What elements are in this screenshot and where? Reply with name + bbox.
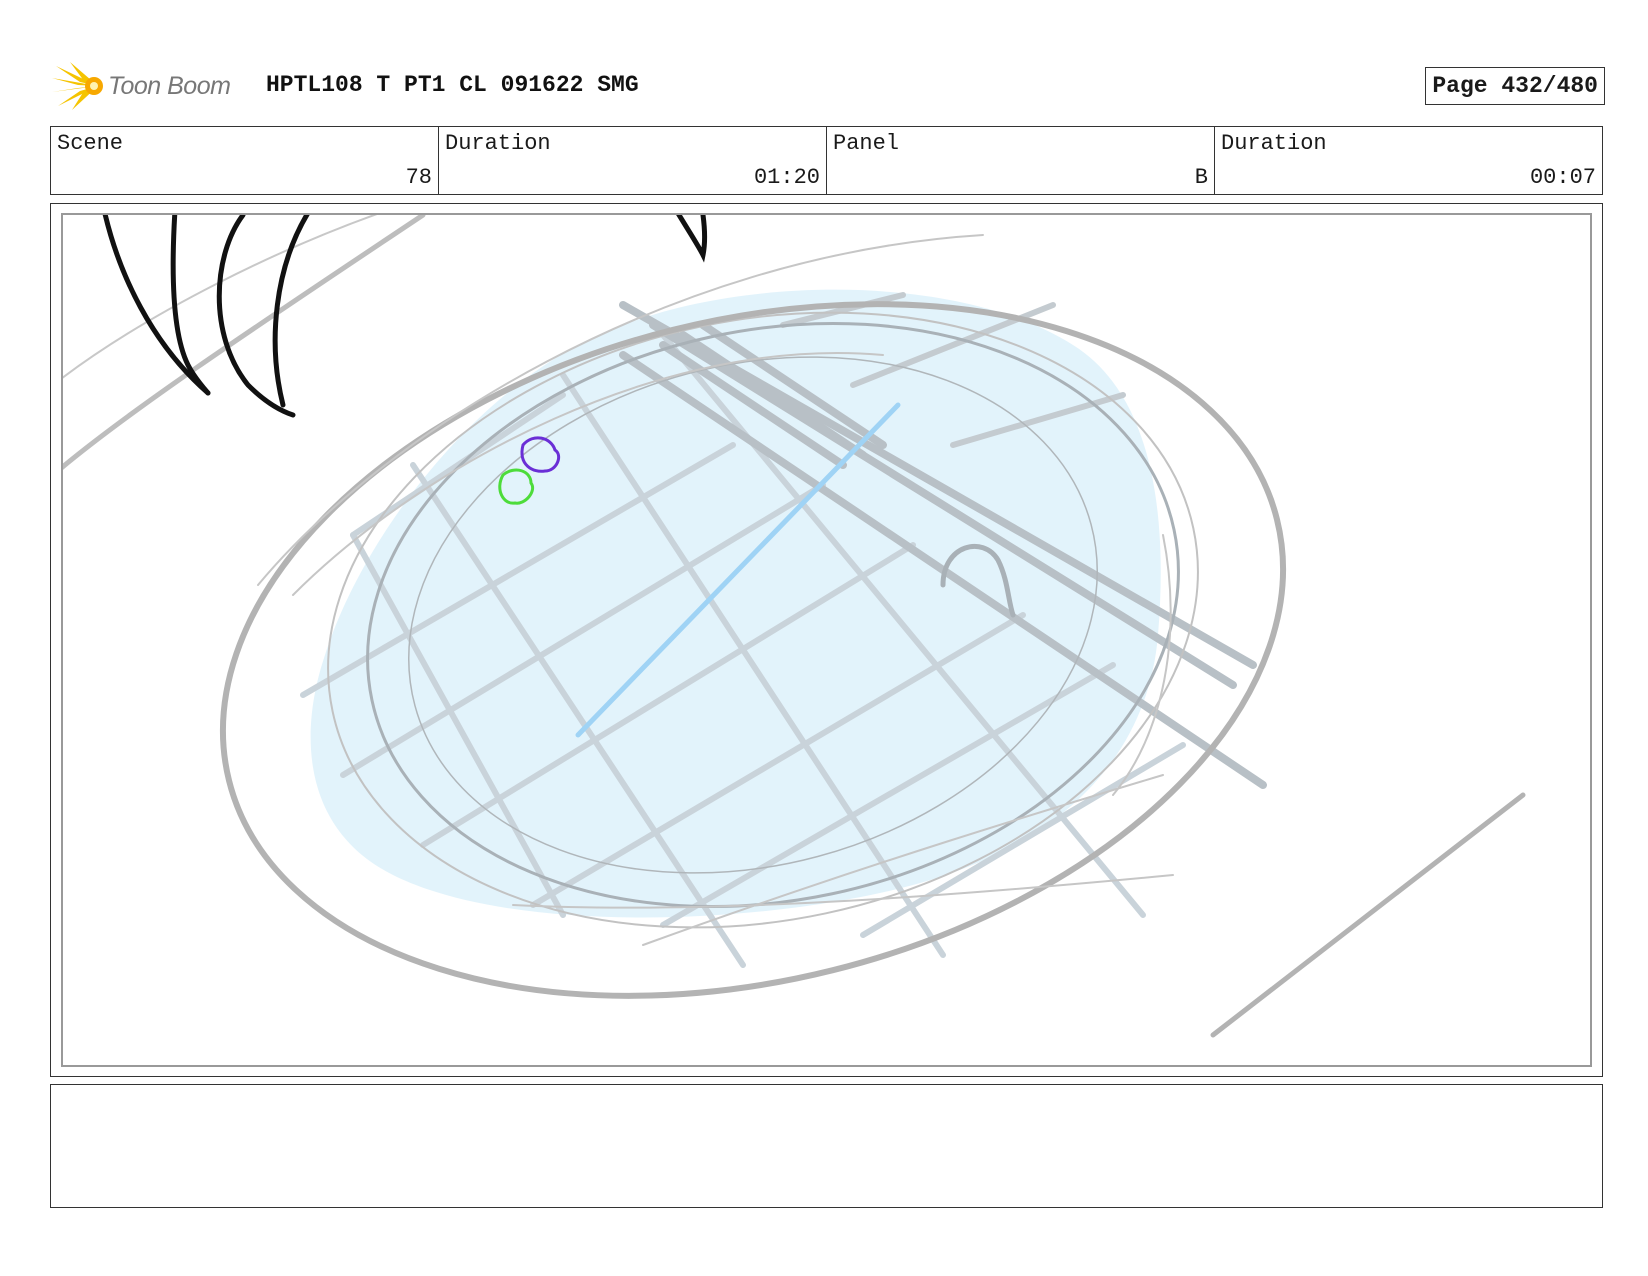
scene-duration-label: Duration: [445, 131, 551, 156]
pool-fill: [310, 289, 1161, 918]
scene-duration-value: 01:20: [753, 165, 820, 190]
panel-duration-cell: Duration 00:07: [1215, 127, 1602, 194]
scene-duration-cell: Duration 01:20: [439, 127, 827, 194]
scene-value: 78: [405, 165, 432, 190]
claw-stroke: [216, 215, 296, 418]
page-indicator: Page 432/480: [1425, 67, 1605, 105]
panel-duration-value: 00:07: [1529, 165, 1596, 190]
toon-boom-logo: Toon Boom: [50, 60, 250, 112]
storyboard-panel-frame: [50, 203, 1603, 1077]
panel-cell: Panel B: [827, 127, 1215, 194]
panel-value: B: [1194, 165, 1208, 190]
panel-label: Panel: [833, 131, 900, 156]
claw-stroke: [102, 215, 211, 396]
storyboard-panel-drawing: [61, 213, 1592, 1067]
claw-stroke: [676, 215, 707, 263]
sketch-artwork: [63, 215, 1526, 1038]
page-header: Toon Boom HPTL108 T PT1 CL 091622 SMG Pa…: [50, 56, 1605, 112]
scene-cell: Scene 78: [51, 127, 439, 194]
scene-info-table: Scene 78 Duration 01:20 Panel B Duration…: [50, 126, 1603, 195]
panel-duration-label: Duration: [1221, 131, 1327, 156]
corner-stroke: [1210, 792, 1526, 1038]
logo-text: Toon Boom: [108, 72, 231, 100]
scene-label: Scene: [57, 131, 124, 156]
panel-notes-box: [50, 1084, 1603, 1208]
starburst-icon: [52, 62, 103, 110]
document-title: HPTL108 T PT1 CL 091622 SMG: [266, 72, 639, 98]
